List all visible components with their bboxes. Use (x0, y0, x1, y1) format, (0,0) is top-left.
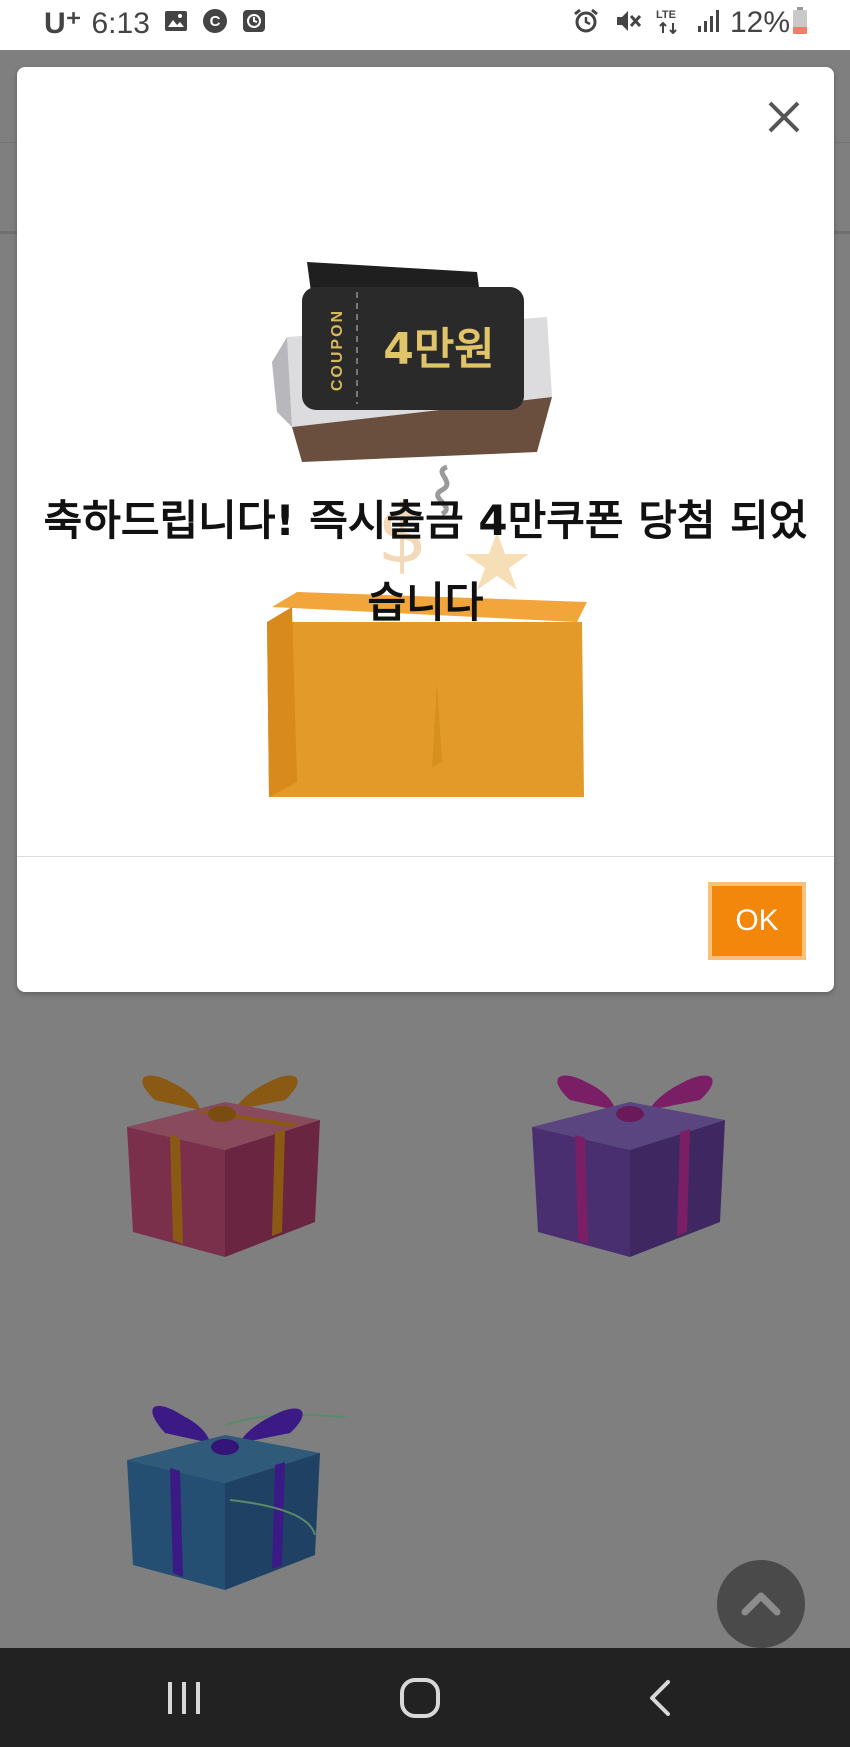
mute-icon (614, 8, 642, 39)
coupon-label: COUPON (329, 309, 346, 391)
back-button[interactable] (640, 1676, 684, 1720)
c-app-icon: C (202, 8, 228, 39)
system-nav-bar (0, 1648, 850, 1747)
prize-message-line1: 축하드립니다! 즉시출금 4만쿠폰 당첨 되었 (43, 496, 808, 545)
home-button[interactable] (398, 1676, 442, 1720)
blue-gift-icon[interactable] (125, 1405, 355, 1609)
gallery-icon (164, 10, 188, 37)
svg-text:C: C (209, 13, 220, 30)
lte-icon: LTE (656, 7, 682, 40)
status-bar: U⁺ 6:13 C LTE 12% (0, 0, 850, 50)
home-icon (398, 1678, 442, 1724)
prize-message-line2: 습니다 (367, 578, 484, 627)
ok-button[interactable]: OK (708, 882, 806, 960)
red-gift-icon[interactable] (125, 1072, 325, 1266)
scroll-to-top-button[interactable] (717, 1560, 805, 1648)
close-button[interactable] (764, 97, 804, 137)
battery-percent: 12% (729, 6, 790, 39)
recent-apps-icon (162, 1682, 206, 1724)
dialog-divider (17, 856, 834, 857)
back-chevron-icon (640, 1680, 684, 1724)
alarm-icon (572, 7, 600, 40)
battery-icon (792, 6, 808, 40)
chevron-up-icon (741, 1588, 781, 1620)
status-time: 6:13 (91, 6, 150, 40)
prize-message: 축하드립니다! 즉시출금 4만쿠폰 당첨 되었 습니다 (17, 480, 834, 644)
timer-app-icon (242, 9, 266, 38)
coupon-amount: 4만원 (383, 324, 495, 375)
prize-dialog: COUPON 4만원 $ 축하드립니다! 즉시출금 4만쿠폰 당첨 되었 습니다… (17, 67, 834, 992)
network-label: LTE (656, 9, 676, 21)
carrier-label: U⁺ (44, 7, 82, 40)
signal-icon (696, 8, 722, 39)
close-icon (764, 101, 804, 141)
purple-gift-icon[interactable] (530, 1072, 730, 1266)
recent-apps-button[interactable] (162, 1676, 206, 1720)
